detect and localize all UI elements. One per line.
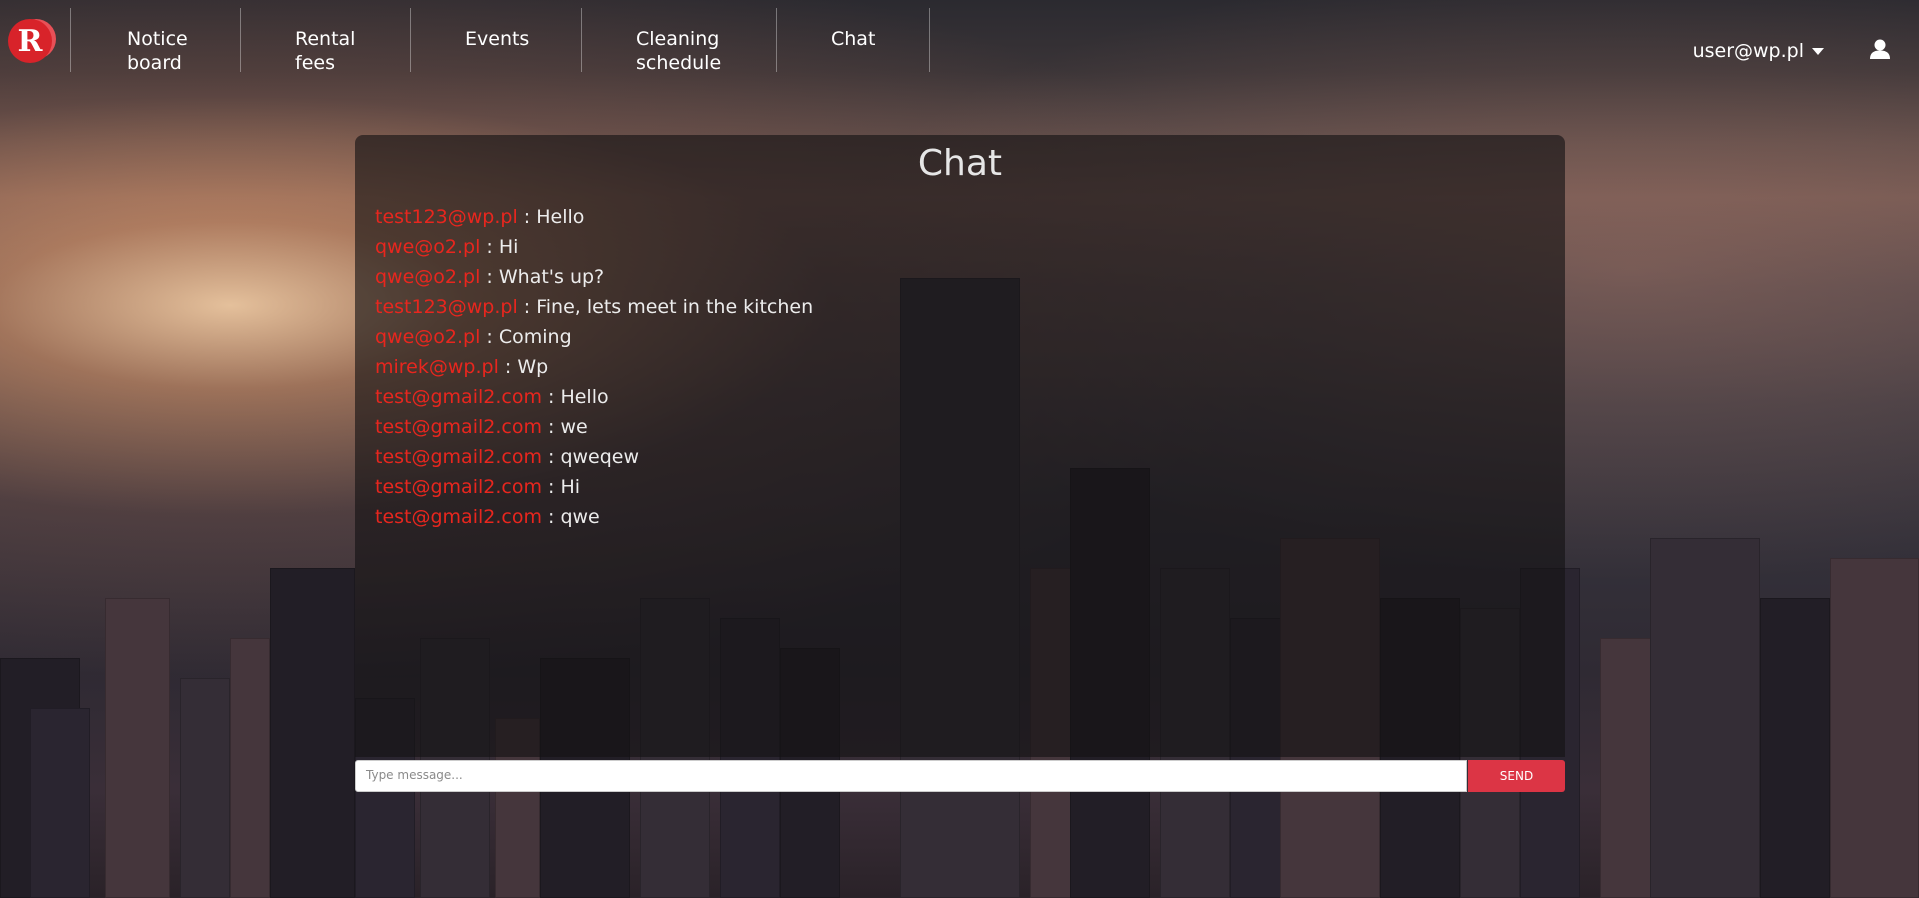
nav-label-line2: schedule bbox=[636, 52, 722, 74]
chat-message: test@gmail2.com : Hello bbox=[375, 382, 813, 412]
user-dropdown[interactable]: user@wp.pl bbox=[1693, 40, 1824, 62]
message-separator: : bbox=[541, 446, 561, 468]
message-text: Hi bbox=[560, 476, 581, 498]
nav-menu: Notice board Rental fees Events Cleaning… bbox=[70, 8, 930, 74]
message-author[interactable]: test@gmail2.com bbox=[375, 446, 542, 468]
message-text: qweqew bbox=[560, 446, 640, 468]
chat-panel: Chat test123@wp.pl : Hello qwe@o2.pl : Hi… bbox=[355, 135, 1565, 757]
nav-label-line1: Cleaning bbox=[636, 28, 720, 50]
chat-message: qwe@o2.pl : Coming bbox=[375, 322, 813, 352]
message-text: Hello bbox=[560, 386, 609, 408]
nav-label-line1: Rental bbox=[295, 28, 356, 50]
message-author[interactable]: qwe@o2.pl bbox=[375, 266, 480, 288]
nav-item-notice-board[interactable]: Notice board bbox=[70, 8, 240, 74]
message-author[interactable]: test@gmail2.com bbox=[375, 386, 542, 408]
send-button[interactable]: SEND bbox=[1468, 760, 1565, 792]
chat-message: test123@wp.pl : Fine, lets meet in the k… bbox=[375, 292, 813, 322]
message-author[interactable]: test123@wp.pl bbox=[375, 206, 518, 228]
message-text: Coming bbox=[498, 326, 572, 348]
message-separator: : bbox=[480, 266, 499, 288]
logo-letter: R bbox=[17, 23, 43, 59]
message-author[interactable]: qwe@o2.pl bbox=[375, 326, 480, 348]
message-author[interactable]: mirek@wp.pl bbox=[375, 356, 499, 378]
nav-label-line1: Notice bbox=[127, 28, 188, 50]
user-email: user@wp.pl bbox=[1692, 40, 1804, 62]
message-separator: : bbox=[498, 356, 518, 378]
message-author[interactable]: test123@wp.pl bbox=[375, 296, 518, 318]
message-author[interactable]: test@gmail2.com bbox=[375, 506, 542, 528]
nav-label-line2: board bbox=[127, 52, 182, 74]
chat-message: qwe@o2.pl : What's up? bbox=[375, 262, 813, 292]
message-separator: : bbox=[541, 416, 561, 438]
user-icon[interactable] bbox=[1869, 38, 1891, 60]
chat-message: test@gmail2.com : we bbox=[375, 412, 813, 442]
message-separator: : bbox=[541, 386, 561, 408]
chat-message: mirek@wp.pl : Wp bbox=[375, 352, 813, 382]
nav-label-line1: Chat bbox=[831, 28, 876, 50]
message-separator: : bbox=[541, 476, 561, 498]
message-text: Hello bbox=[536, 206, 585, 228]
nav-item-events[interactable]: Events bbox=[410, 8, 581, 72]
message-text: Fine, lets meet in the kitchen bbox=[536, 296, 814, 318]
nav-item-chat[interactable]: Chat bbox=[776, 8, 930, 72]
nav-item-cleaning-schedule[interactable]: Cleaning schedule bbox=[581, 8, 776, 74]
caret-down-icon bbox=[1812, 48, 1824, 55]
message-author[interactable]: qwe@o2.pl bbox=[375, 236, 480, 258]
nav-label-line2: fees bbox=[295, 52, 335, 74]
message-input[interactable] bbox=[355, 760, 1467, 792]
message-list: test123@wp.pl : Hello qwe@o2.pl : Hi qwe@o… bbox=[375, 202, 813, 532]
app-logo[interactable]: R bbox=[8, 19, 52, 63]
chat-message: test@gmail2.com : qweqew bbox=[375, 442, 813, 472]
message-author[interactable]: test@gmail2.com bbox=[375, 416, 542, 438]
chat-message: test123@wp.pl : Hello bbox=[375, 202, 813, 232]
message-composer: SEND bbox=[355, 760, 1565, 792]
chat-message: test@gmail2.com : qwe bbox=[375, 502, 813, 532]
message-author[interactable]: test@gmail2.com bbox=[375, 476, 542, 498]
message-separator: : bbox=[517, 296, 537, 318]
nav-label-line1: Events bbox=[465, 28, 530, 50]
message-separator: : bbox=[480, 236, 499, 258]
message-separator: : bbox=[517, 206, 537, 228]
nav-item-rental-fees[interactable]: Rental fees bbox=[240, 8, 410, 74]
chat-message: qwe@o2.pl : Hi bbox=[375, 232, 813, 262]
message-text: Hi bbox=[498, 236, 519, 258]
chat-title: Chat bbox=[917, 143, 1003, 184]
message-text: qwe bbox=[560, 506, 600, 528]
message-text: What's up? bbox=[498, 266, 605, 288]
message-separator: : bbox=[480, 326, 499, 348]
message-text: Wp bbox=[517, 356, 549, 378]
top-navbar: R Notice board Rental fees Events Cleani… bbox=[0, 0, 1919, 80]
message-text: we bbox=[560, 416, 588, 438]
message-separator: : bbox=[541, 506, 561, 528]
chat-message: test@gmail2.com : Hi bbox=[375, 472, 813, 502]
